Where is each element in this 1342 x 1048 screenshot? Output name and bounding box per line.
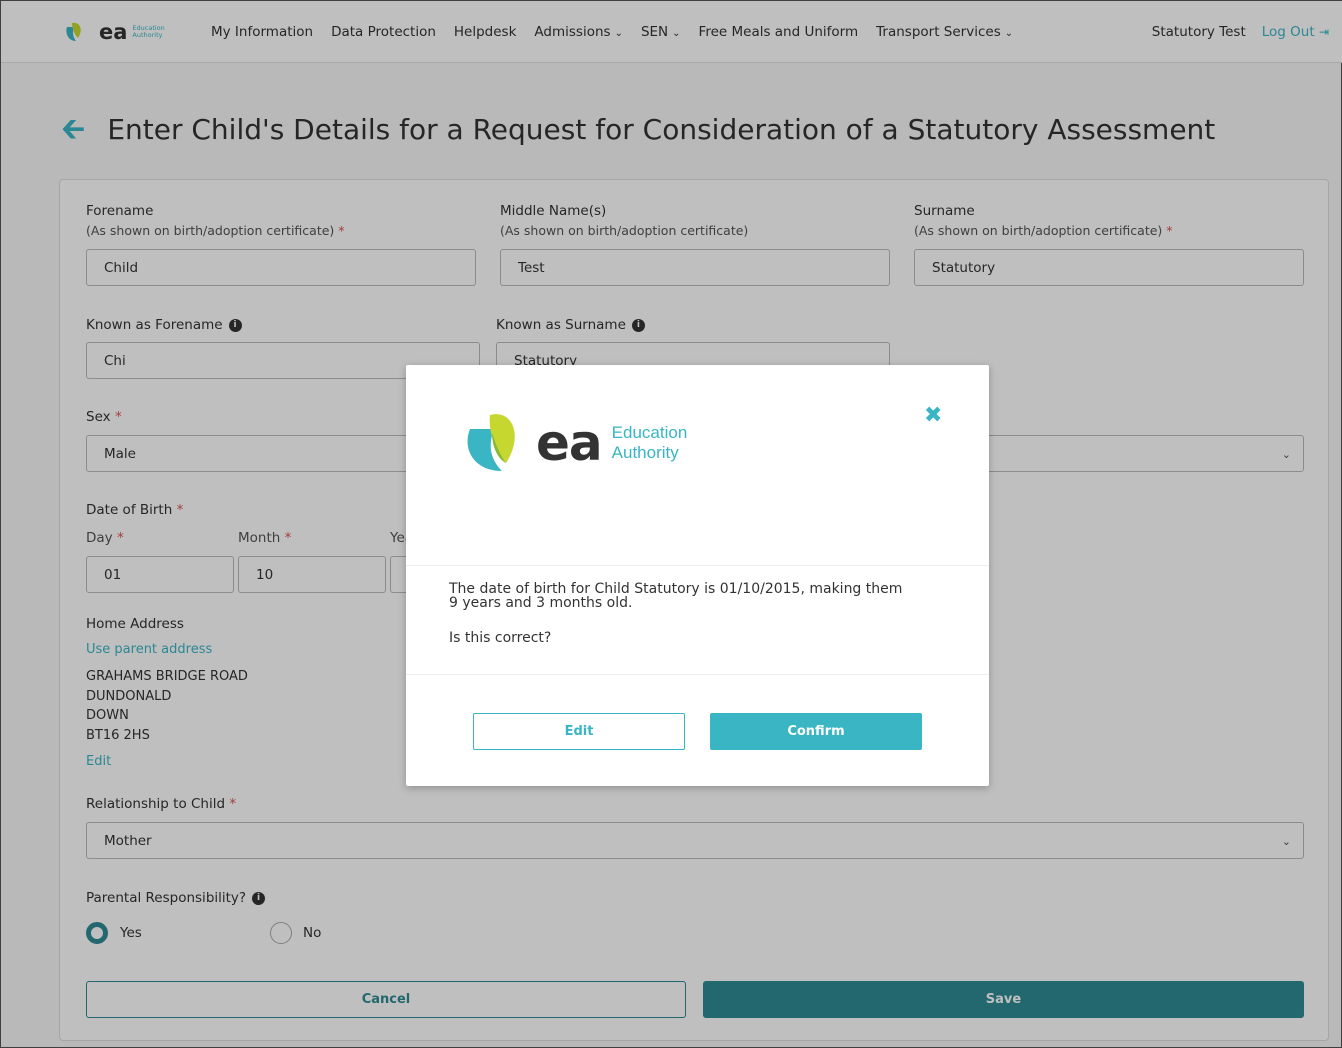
dob-message-line2: 9 years and 3 months old.: [449, 595, 633, 611]
modal-logo-sub1: Education: [611, 423, 688, 442]
modal-logo-sub2: Authority: [611, 443, 679, 462]
dob-question: Is this correct?: [449, 630, 552, 646]
modal-edit-button[interactable]: Edit: [473, 713, 685, 750]
divider: [406, 565, 989, 566]
dob-confirm-dialog: ea Education Authority ✖ The date of bir…: [406, 365, 989, 786]
modal-logo-text: ea: [536, 414, 603, 472]
close-icon[interactable]: ✖: [924, 403, 942, 428]
dob-message-line1: The date of birth for Child Statutory is…: [449, 581, 903, 597]
ea-logo-leaf-icon: [467, 414, 515, 471]
divider: [406, 674, 989, 675]
modal-confirm-button[interactable]: Confirm: [710, 713, 922, 750]
dob-message: The date of birth for Child Statutory is…: [449, 582, 949, 610]
modal-ea-logo: ea Education Authority: [462, 411, 687, 475]
